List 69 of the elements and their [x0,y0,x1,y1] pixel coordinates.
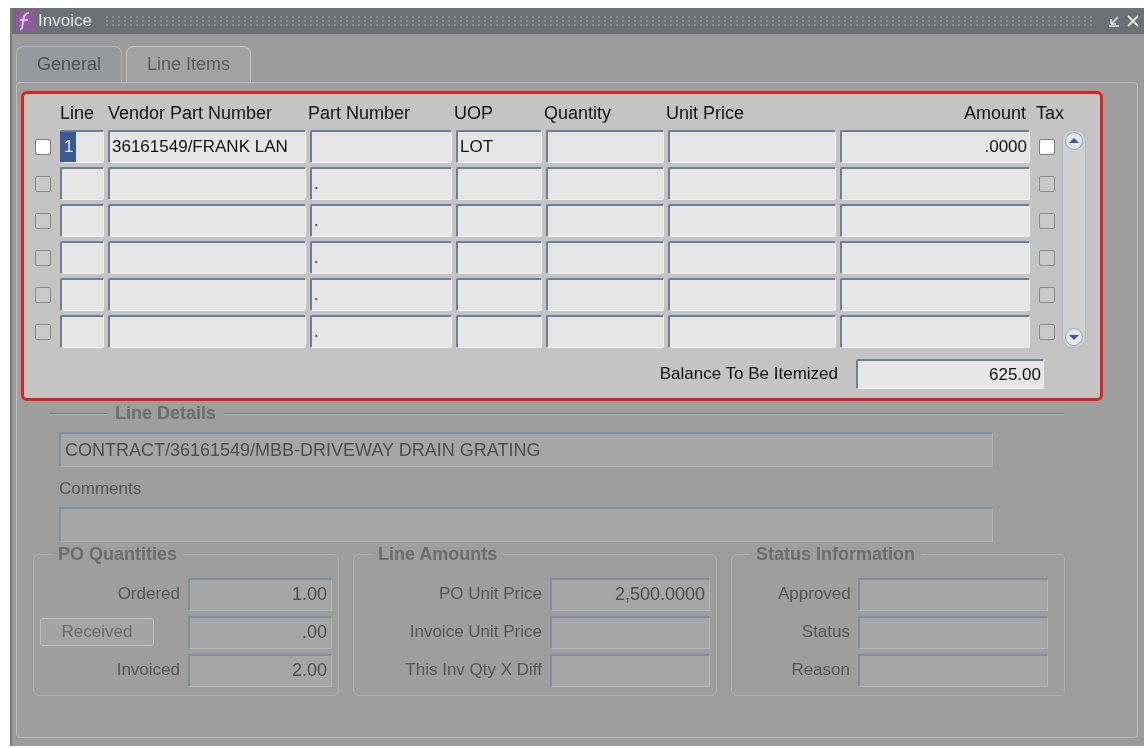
field-label: Approved [778,584,850,604]
field-label: Comments [59,479,143,499]
table-cell[interactable]: LOT [456,130,542,163]
table-cell[interactable] [108,315,306,348]
table-cell[interactable] [108,241,306,274]
scrollbar[interactable] [1062,130,1086,348]
app-logo-icon [16,11,34,31]
table-cell[interactable] [108,204,306,237]
table-cell[interactable] [546,167,664,200]
table-cell[interactable] [546,278,664,311]
table-cell[interactable] [840,278,1030,311]
value-field[interactable] [858,577,1048,611]
table-cell[interactable] [310,130,452,163]
table-cell[interactable] [668,167,836,200]
table-cell[interactable]: 36161549/FRANK LAN [108,130,306,163]
table-cell[interactable] [546,241,664,274]
table-cell[interactable] [456,241,542,274]
table-cell[interactable] [456,204,542,237]
value-field[interactable] [550,653,710,687]
table-cell[interactable] [456,315,542,348]
field-label: Ordered [117,584,180,604]
tax-checkbox[interactable] [1039,138,1055,155]
table-cell[interactable] [456,167,542,200]
scroll-up-icon[interactable] [1064,131,1084,151]
field-label: Invoiced [116,660,180,680]
column-header: Amount [962,102,1027,124]
column-header: Quantity [544,102,613,124]
value-field[interactable]: 2.00 [188,653,332,687]
value-field[interactable] [858,615,1048,649]
table-cell[interactable] [668,241,836,274]
table-cell[interactable] [668,204,836,237]
table-cell[interactable] [840,241,1030,274]
table-cell[interactable] [840,167,1030,200]
window-title: Invoice [38,11,92,31]
column-header: UOP [454,102,494,124]
row-checkbox[interactable] [35,138,51,155]
column-header: Part Number [308,102,412,124]
balance-field[interactable]: 625.00 [856,359,1044,389]
field-label: Status [800,622,850,642]
table-cell[interactable] [840,204,1030,237]
table-cell[interactable] [546,315,664,348]
table-cell[interactable] [456,278,542,311]
value-field[interactable]: .00 [188,615,332,649]
table-cell[interactable] [840,315,1030,348]
column-header: Tax [1035,102,1062,124]
table-cell[interactable] [668,130,836,163]
value-field[interactable] [550,615,710,649]
scroll-down-icon[interactable] [1064,327,1084,347]
table-cell[interactable]: .0000 [840,130,1030,163]
comments-field[interactable] [59,507,993,542]
field-label: This Inv Qty X Diff [405,660,542,680]
table-cell[interactable]: 1 [60,130,104,163]
table-cell[interactable] [546,130,664,163]
column-header: Line [59,102,96,124]
value-field[interactable] [858,653,1048,687]
balance-label: Balance To Be Itemized [659,364,838,384]
minimize-icon[interactable] [1106,13,1122,29]
table-cell[interactable] [668,278,836,311]
field-label: Reason [790,660,850,680]
table-cell[interactable] [668,315,836,348]
value-field[interactable]: 2,500.0000 [550,577,710,611]
close-icon[interactable] [1126,13,1140,29]
table-cell[interactable] [546,204,664,237]
field-label: Invoice Unit Price [409,622,542,642]
field-label: PO Unit Price [439,584,542,604]
column-header: Vendor Part Number [107,102,274,124]
table-cell[interactable] [108,167,306,200]
table-cell[interactable] [108,278,306,311]
column-header: Unit Price [666,102,746,124]
